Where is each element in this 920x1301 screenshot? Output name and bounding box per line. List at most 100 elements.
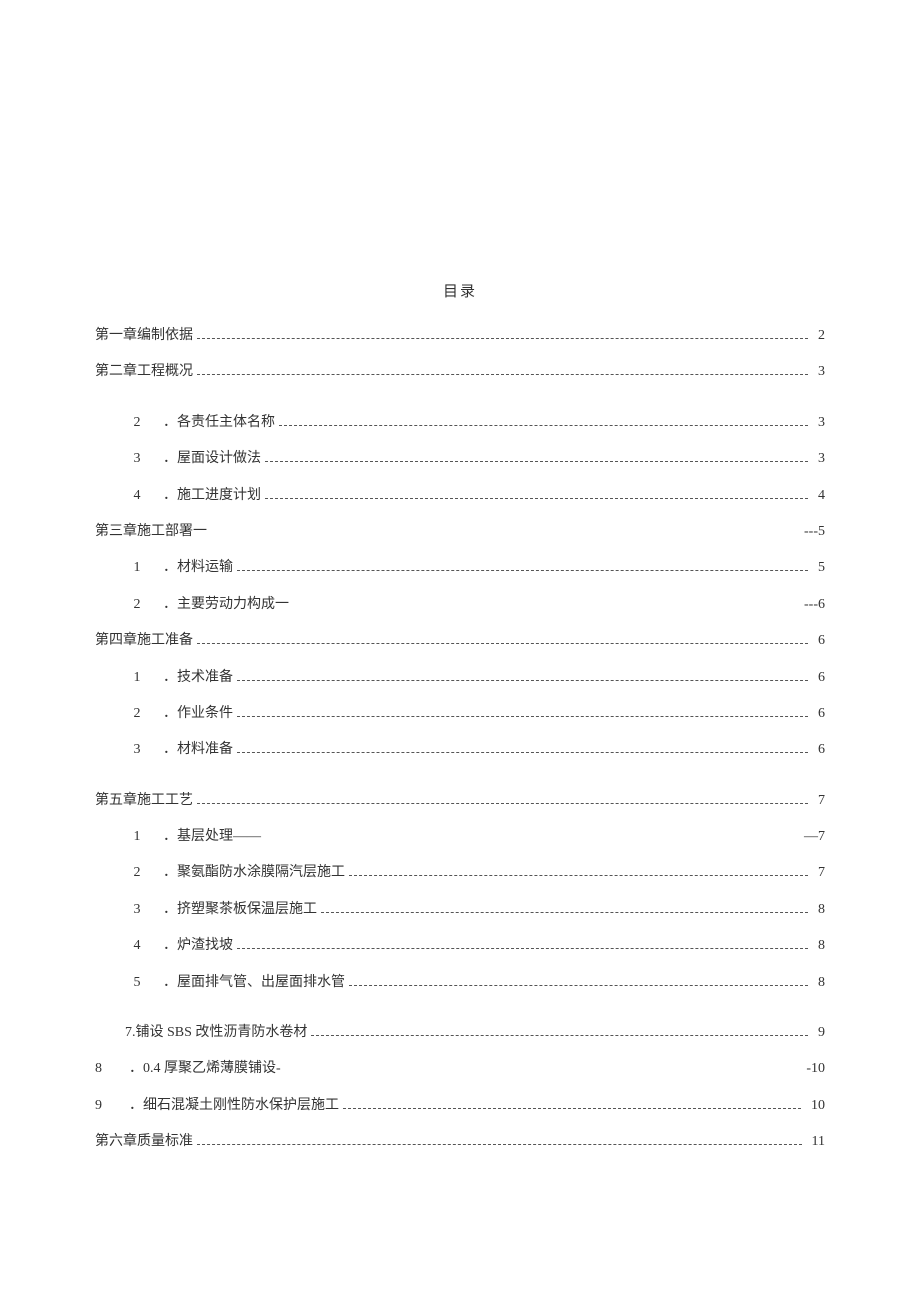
toc-gap — [95, 398, 825, 412]
toc-entry-page: —7 — [804, 826, 825, 848]
toc-gap — [95, 1008, 825, 1022]
toc-entry-text: ．炉渣找坡 — [163, 935, 233, 957]
toc-leader-dots — [237, 570, 808, 571]
toc-entry-number: 2 — [125, 862, 149, 884]
toc-leader-dots — [197, 643, 808, 644]
toc-entry-number: 1 — [125, 826, 149, 848]
toc-entry-text: 第四章施工准备 — [95, 630, 193, 652]
toc-entry-page: 9 — [818, 1022, 825, 1044]
toc-entry-text: ．基层处理—— — [163, 826, 261, 848]
toc-entry-number: 9 — [95, 1095, 115, 1117]
toc-entry-text: 第五章施工工艺 — [95, 790, 193, 812]
toc-entry: 第一章编制依据 2 — [95, 325, 825, 347]
toc-entry-text: ．屋面设计做法 — [163, 448, 261, 470]
toc-entry-page: 8 — [818, 899, 825, 921]
toc-entry-page: 6 — [818, 630, 825, 652]
toc-leader-dots — [197, 338, 808, 339]
toc-leader-dots — [237, 752, 808, 753]
toc-entry-page: ---6 — [804, 594, 825, 616]
toc-entry-page: 10 — [811, 1095, 825, 1117]
toc-entry: 3．材料准备6 — [95, 739, 825, 761]
toc-leader-dots — [349, 875, 808, 876]
toc-entry-page: 7 — [818, 790, 825, 812]
toc-entry-number: 3 — [125, 448, 149, 470]
toc-entry-page: ---5 — [804, 521, 825, 543]
toc-entry: 9 ．细石混凝土刚性防水保护层施工 10 — [95, 1095, 825, 1117]
toc-gap — [95, 776, 825, 790]
toc-entry-text: 第六章质量标准 — [95, 1131, 193, 1153]
toc-entry-page: 2 — [818, 325, 825, 347]
toc-leader-dots — [343, 1108, 801, 1109]
toc-container: 第一章编制依据2第二章工程概况32．各责任主体名称33．屋面设计做法34．施工进… — [95, 325, 825, 1154]
toc-entry: 3 ．屋面设计做法 3 — [95, 448, 825, 470]
toc-entry: 1 ．技术准备 6 — [95, 667, 825, 689]
toc-entry: 2 ．聚氨酯防水涂膜隔汽层施工 7 — [95, 862, 825, 884]
toc-entry-page: 6 — [818, 739, 825, 761]
toc-entry: 第五章施工工艺 7 — [95, 790, 825, 812]
toc-entry-page: 11 — [812, 1131, 825, 1153]
toc-leader-dots — [265, 461, 808, 462]
toc-entry-page: 4 — [818, 485, 825, 507]
toc-entry-page: 7 — [818, 862, 825, 884]
toc-entry-text: ．细石混凝土刚性防水保护层施工 — [129, 1095, 339, 1117]
toc-entry-page: 3 — [818, 448, 825, 470]
toc-entry-number: 8 — [95, 1058, 115, 1080]
toc-entry-text: ．主要劳动力构成一 — [163, 594, 289, 616]
toc-entry-number: 4 — [125, 935, 149, 957]
toc-entry-number: 2 — [125, 703, 149, 725]
toc-entry: 2 ．作业条件 6 — [95, 703, 825, 725]
toc-entry: 3 ．挤塑聚茶板保温层施工 8 — [95, 899, 825, 921]
toc-entry-page: 5 — [818, 557, 825, 579]
toc-entry-number: 3 — [125, 739, 149, 761]
toc-entry-number: 2 — [125, 412, 149, 434]
toc-leader-dots — [349, 985, 808, 986]
toc-entry-page: 3 — [818, 412, 825, 434]
toc-entry-text: 7.铺设 SBS 改性沥青防水卷材 — [125, 1022, 307, 1044]
toc-entry: 8．0.4 厚聚乙烯薄膜铺设--10 — [95, 1058, 825, 1080]
toc-entry-number: 1 — [125, 667, 149, 689]
toc-entry: 1 ．基层处理—— —7 — [95, 826, 825, 848]
toc-entry: 第四章施工准备 6 — [95, 630, 825, 652]
toc-entry-text: 第二章工程概况 — [95, 361, 193, 383]
toc-entry: 7.铺设 SBS 改性沥青防水卷材 9 — [95, 1022, 825, 1044]
toc-entry-text: 第三章施工部署一 — [95, 521, 207, 543]
toc-title: 目录 — [95, 280, 825, 301]
toc-entry-number: 4 — [125, 485, 149, 507]
toc-entry: 第二章工程概况 3 — [95, 361, 825, 383]
toc-entry: 5 ．屋面排气管、出屋面排水管 8 — [95, 972, 825, 994]
toc-leader-dots — [197, 803, 808, 804]
toc-entry: 第三章施工部署一 ---5 — [95, 521, 825, 543]
toc-leader-dots — [197, 374, 808, 375]
toc-entry: 2 ．主要劳动力构成一 ---6 — [95, 594, 825, 616]
toc-entry-number: 3 — [125, 899, 149, 921]
toc-entry-number: 2 — [125, 594, 149, 616]
toc-entry-page: 3 — [818, 361, 825, 383]
toc-entry-text: ．作业条件 — [163, 703, 233, 725]
toc-entry-text: ．施工进度计划 — [163, 485, 261, 507]
toc-entry-page: 6 — [818, 703, 825, 725]
toc-leader-dots — [237, 680, 808, 681]
toc-entry: 4 ．炉渣找坡 8 — [95, 935, 825, 957]
toc-leader-dots — [265, 498, 808, 499]
toc-entry-number: 5 — [125, 972, 149, 994]
toc-entry-page: 8 — [818, 972, 825, 994]
toc-leader-dots — [197, 1144, 802, 1145]
toc-leader-dots — [237, 948, 808, 949]
toc-entry: 2．各责任主体名称3 — [95, 412, 825, 434]
toc-entry-number: 1 — [125, 557, 149, 579]
toc-entry-page: 6 — [818, 667, 825, 689]
toc-entry-text: ．技术准备 — [163, 667, 233, 689]
toc-entry-text: ．聚氨酯防水涂膜隔汽层施工 — [163, 862, 345, 884]
toc-entry: 1 ．材料运输 5 — [95, 557, 825, 579]
toc-entry-text: ．屋面排气管、出屋面排水管 — [163, 972, 345, 994]
toc-entry-text: 第一章编制依据 — [95, 325, 193, 347]
toc-entry: 第六章质量标准 11 — [95, 1131, 825, 1153]
toc-leader-dots — [311, 1035, 808, 1036]
toc-entry-page: 8 — [818, 935, 825, 957]
toc-leader-dots — [321, 912, 808, 913]
toc-leader-dots — [237, 716, 808, 717]
toc-leader-dots — [279, 425, 808, 426]
toc-entry-text: ．材料运输 — [163, 557, 233, 579]
toc-entry-text: ．挤塑聚茶板保温层施工 — [163, 899, 317, 921]
toc-entry: 4 ．施工进度计划 4 — [95, 485, 825, 507]
